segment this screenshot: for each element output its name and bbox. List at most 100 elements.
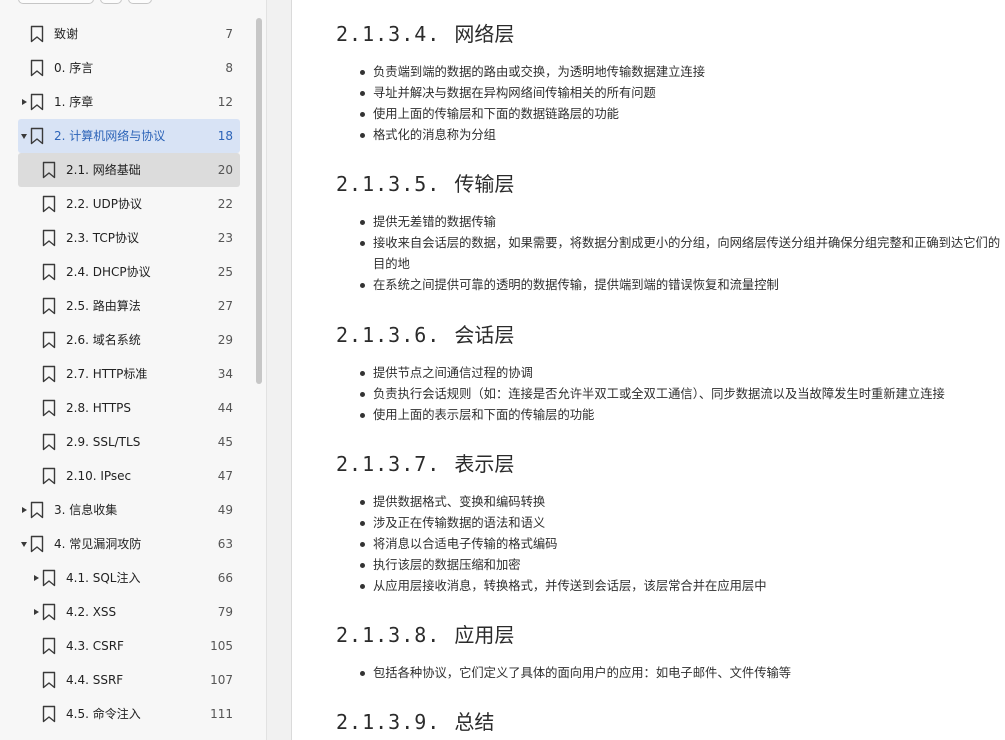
toc-item[interactable]: 2.2. UDP协议 22 xyxy=(0,187,256,221)
bullet-item: 包括各种协议，它们定义了具体的面向用户的应用：如电子邮件、文件传输等 xyxy=(358,663,1005,684)
toc-item[interactable]: 4.2. XSS 79 xyxy=(0,595,256,629)
bookmark-icon xyxy=(42,365,56,383)
bullet-item: 在系统之间提供可靠的透明的数据传输，提供端到端的错误恢复和流量控制 xyxy=(358,275,1005,296)
bookmark-icon xyxy=(42,195,56,213)
toc-item[interactable]: 4.1. SQL注入 66 xyxy=(0,561,256,595)
section-number: 2.1.3.9. xyxy=(336,710,441,734)
toc-item-page: 27 xyxy=(217,299,233,313)
section-heading: 2.1.3.9. 总结 xyxy=(336,706,494,735)
toc-item-page: 44 xyxy=(217,401,233,415)
toc-item-label: 2.9. SSL/TLS xyxy=(66,435,141,449)
toc-item-page: 45 xyxy=(217,435,233,449)
toc-item[interactable]: 2.6. 域名系统 29 xyxy=(0,323,256,357)
toc-item[interactable]: 4.5. 命令注入 111 xyxy=(0,697,256,731)
bullet-item: 负责执行会话规则（如：连接是否允许半双工或全双工通信）、同步数据流以及当故障发生… xyxy=(358,384,1005,405)
sidebar-tab[interactable] xyxy=(128,0,152,4)
bookmark-icon xyxy=(30,93,44,111)
toc-item-label: 2.2. UDP协议 xyxy=(66,197,142,211)
toc-item-page: 34 xyxy=(217,367,233,381)
toc-item[interactable]: 致谢 7 xyxy=(0,17,256,51)
toc-item[interactable]: 2.5. 路由算法 27 xyxy=(0,289,256,323)
section-heading: 2.1.3.4. 网络层 xyxy=(336,18,514,47)
section-number: 2.1.3.6. xyxy=(336,323,441,347)
bookmark-icon xyxy=(42,229,56,247)
toc-item[interactable]: 0. 序言 8 xyxy=(0,51,256,85)
toc-item-label: 2.1. 网络基础 xyxy=(66,163,141,177)
chevron-down-icon[interactable] xyxy=(20,540,28,548)
toc-item-page: 47 xyxy=(217,469,233,483)
section-title: 会话层 xyxy=(454,323,515,347)
toc-item-label: 2.4. DHCP协议 xyxy=(66,265,151,279)
sidebar-scrollbar[interactable] xyxy=(256,18,262,384)
bookmark-icon xyxy=(42,671,56,689)
bullet-item: 使用上面的表示层和下面的传输层的功能 xyxy=(358,405,1005,426)
toc-item[interactable]: 2.7. HTTP标准 34 xyxy=(0,357,256,391)
toc-item-page: 105 xyxy=(210,639,233,653)
sidebar-top-tabs xyxy=(18,0,238,4)
toc-item-label: 致谢 xyxy=(54,27,79,41)
toc-item[interactable]: 2.3. TCP协议 23 xyxy=(0,221,256,255)
bullet-item: 从应用层接收消息，转换格式，并传送到会话层，该层常合并在应用层中 xyxy=(358,576,1005,597)
bookmark-icon xyxy=(42,399,56,417)
bookmark-icon xyxy=(42,331,56,349)
toc-item-label: 2.10. IPsec xyxy=(66,469,132,483)
section-title: 传输层 xyxy=(454,172,515,196)
bookmark-icon xyxy=(30,501,44,519)
bullet-item: 格式化的消息称为分组 xyxy=(358,125,1005,146)
bookmark-icon xyxy=(42,705,56,723)
toc-item[interactable]: 4.4. SSRF 107 xyxy=(0,663,256,697)
toc-item-page: 20 xyxy=(217,163,233,177)
chevron-right-icon[interactable] xyxy=(20,506,28,514)
section-number: 2.1.3.4. xyxy=(336,22,441,46)
section-number: 2.1.3.8. xyxy=(336,623,441,647)
sidebar-tab[interactable] xyxy=(100,0,122,4)
toc-item[interactable]: 2.1. 网络基础 20 xyxy=(0,153,256,187)
toc-item-label: 1. 序章 xyxy=(54,95,94,109)
toc-item-page: 22 xyxy=(217,197,233,211)
toc-item-label: 4.2. XSS xyxy=(66,605,117,619)
bullet-list: 提供数据格式、变换和编码转换 涉及正在传输数据的语法和语义 将消息以合适电子传输的格… xyxy=(358,492,1005,597)
section-number: 2.1.3.5. xyxy=(336,172,441,196)
toc-item-label: 4.5. 命令注入 xyxy=(66,707,141,721)
section-title: 网络层 xyxy=(454,22,515,46)
sidebar-tab[interactable] xyxy=(18,0,94,4)
toc-item[interactable]: 4.3. CSRF 105 xyxy=(0,629,256,663)
chevron-right-icon[interactable] xyxy=(20,98,28,106)
section-title: 总结 xyxy=(454,710,495,734)
bookmark-icon xyxy=(30,535,44,553)
toc-item-page: 8 xyxy=(225,61,233,75)
bullet-item: 使用上面的传输层和下面的数据链路层的功能 xyxy=(358,104,1005,125)
toc-item[interactable]: 2. 计算机网络与协议 18 xyxy=(0,119,256,153)
bookmark-icon xyxy=(42,263,56,281)
toc-item-label: 4.3. CSRF xyxy=(66,639,124,653)
section-heading: 2.1.3.8. 应用层 xyxy=(336,619,514,648)
toc-item[interactable]: 2.8. HTTPS 44 xyxy=(0,391,256,425)
section-number: 2.1.3.7. xyxy=(336,452,441,476)
toc-item-page: 66 xyxy=(217,571,233,585)
toc-item-label: 4. 常见漏洞攻防 xyxy=(54,537,142,551)
toc-item-label: 3. 信息收集 xyxy=(54,503,118,517)
bookmark-icon xyxy=(42,161,56,179)
toc-item-page: 25 xyxy=(217,265,233,279)
toc-item[interactable]: 2.9. SSL/TLS 45 xyxy=(0,425,256,459)
chevron-down-icon[interactable] xyxy=(20,132,28,140)
bullet-item: 涉及正在传输数据的语法和语义 xyxy=(358,513,1005,534)
toc-item-page: 49 xyxy=(217,503,233,517)
bullet-list: 提供节点之间通信过程的协调 负责执行会话规则（如：连接是否允许半双工或全双工通信）… xyxy=(358,363,1005,426)
toc-item[interactable]: 4. 常见漏洞攻防 63 xyxy=(0,527,256,561)
bullet-item: 将消息以合适电子传输的格式编码 xyxy=(358,534,1005,555)
bullet-list: 负责端到端的数据的路由或交换，为透明地传输数据建立连接 寻址并解决与数据在异构网络… xyxy=(358,62,1005,146)
bookmark-icon xyxy=(42,569,56,587)
bullet-item: 接收来自会话层的数据，如果需要，将数据分割成更小的分组，向网络层传送分组并确保分… xyxy=(358,233,1005,275)
toc-item[interactable]: 2.4. DHCP协议 25 xyxy=(0,255,256,289)
section-title: 表示层 xyxy=(454,452,515,476)
chevron-right-icon[interactable] xyxy=(32,608,40,616)
bullet-item: 寻址并解决与数据在异构网络间传输相关的所有问题 xyxy=(358,83,1005,104)
chevron-right-icon[interactable] xyxy=(32,574,40,582)
toc-item-page: 18 xyxy=(217,129,233,143)
page-gutter xyxy=(267,0,291,740)
toc-item[interactable]: 3. 信息收集 49 xyxy=(0,493,256,527)
bookmark-icon xyxy=(30,25,44,43)
toc-item[interactable]: 1. 序章 12 xyxy=(0,85,256,119)
toc-item[interactable]: 2.10. IPsec 47 xyxy=(0,459,256,493)
